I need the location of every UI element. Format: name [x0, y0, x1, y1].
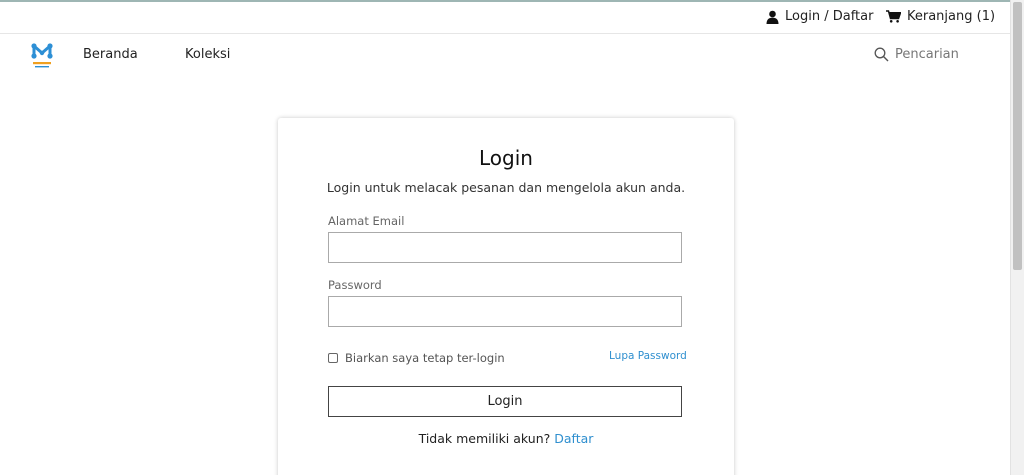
cart-label: Keranjang (1): [907, 9, 996, 24]
remember-me-label: Biarkan saya tetap ter-login: [345, 351, 505, 365]
remember-me-option[interactable]: Biarkan saya tetap ter-login: [328, 351, 505, 365]
user-icon: [766, 10, 779, 24]
login-title: Login: [479, 146, 533, 170]
login-button[interactable]: Login: [328, 386, 682, 417]
cart-link[interactable]: Keranjang (1): [886, 9, 995, 24]
email-field[interactable]: [328, 232, 682, 263]
search-field[interactable]: Pencarian: [874, 47, 959, 62]
main-navigation: Beranda Koleksi Pencarian: [0, 35, 1010, 79]
login-subtitle: Login untuk melacak pesanan dan mengelol…: [326, 180, 686, 195]
remember-me-checkbox[interactable]: [328, 353, 338, 363]
brand-logo[interactable]: [30, 42, 54, 70]
login-card: Login Login untuk melacak pesanan dan me…: [278, 118, 734, 475]
login-register-label: Login / Daftar: [785, 9, 874, 24]
vertical-scrollbar[interactable]: [1010, 0, 1024, 475]
search-icon: [874, 47, 889, 62]
nav-item-home[interactable]: Beranda: [83, 47, 138, 62]
scrollbar-thumb[interactable]: [1013, 2, 1022, 270]
forgot-password-link[interactable]: Lupa Password: [609, 350, 687, 362]
email-label: Alamat Email: [328, 214, 405, 228]
password-field[interactable]: [328, 296, 682, 327]
search-placeholder: Pencarian: [895, 47, 959, 62]
password-label: Password: [328, 278, 382, 292]
signup-prompt-text: Tidak memiliki akun?: [418, 431, 555, 446]
top-utility-bar: Login / Daftar Keranjang (1): [0, 2, 1010, 34]
signup-prompt: Tidak memiliki akun? Daftar: [278, 431, 734, 446]
signup-link[interactable]: Daftar: [554, 431, 593, 446]
cart-icon: [886, 10, 901, 23]
nav-item-collection[interactable]: Koleksi: [185, 47, 230, 62]
login-register-link[interactable]: Login / Daftar: [766, 9, 873, 24]
